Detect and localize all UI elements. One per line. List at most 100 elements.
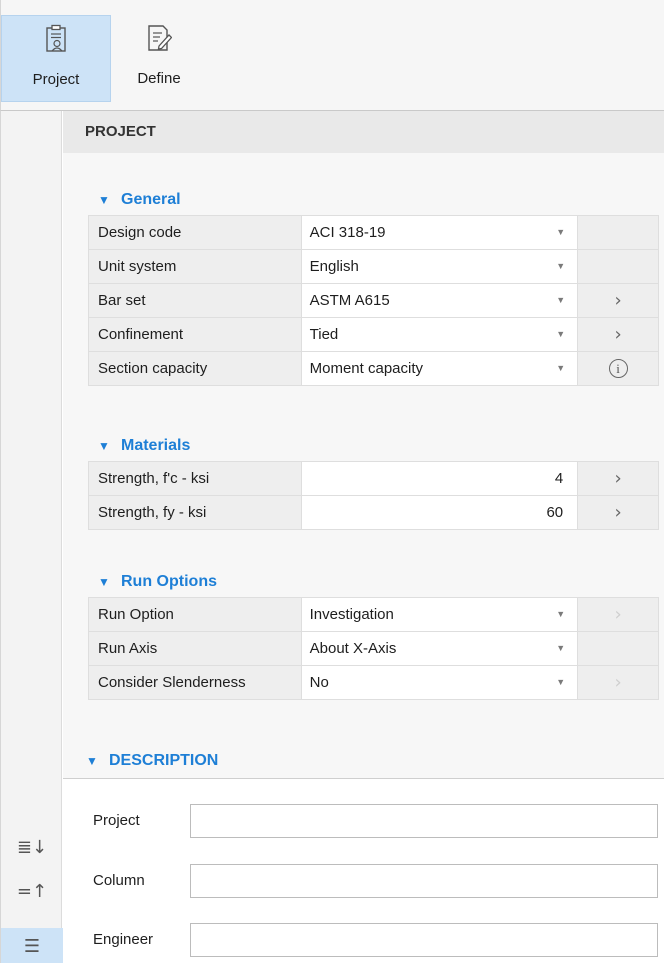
fy-strength-label: Strength, fy - ksi xyxy=(89,496,302,529)
section-capacity-label: Section capacity xyxy=(89,352,302,385)
confinement-value: Tied xyxy=(309,326,339,343)
project-ribbon-label: Project xyxy=(32,71,80,88)
fy-strength-row: Strength, fy - ksi 60 › xyxy=(89,496,659,530)
description-title: DESCRIPTION xyxy=(109,751,219,769)
property-panel: PROJECT ▼ General Design code ACI 318-19… xyxy=(63,111,664,963)
fc-strength-row: Strength, f'c - ksi 4 › xyxy=(89,462,659,496)
design-code-label: Design code xyxy=(89,216,302,249)
section-capacity-value: Moment capacity xyxy=(309,360,424,377)
bar-set-expand-button[interactable]: › xyxy=(578,284,659,317)
define-ribbon-label: Define xyxy=(137,70,181,87)
fc-strength-expand-button[interactable]: › xyxy=(578,462,659,495)
materials-group-toggle[interactable]: ▼ Materials xyxy=(97,433,190,459)
design-code-action xyxy=(578,216,659,249)
run-axis-value: About X-Axis xyxy=(309,640,397,657)
sort-descending-button[interactable]: ≣↓ xyxy=(1,829,63,865)
general-group-toggle[interactable]: ▼ General xyxy=(97,187,181,213)
general-group-title: General xyxy=(121,191,181,208)
chevron-down-icon: ▼ xyxy=(86,753,98,768)
run-option-row: Run Option Investigation ▼ › xyxy=(89,598,659,632)
slenderness-value: No xyxy=(309,674,329,691)
project-description-row: Project xyxy=(63,804,664,838)
column-name-input[interactable] xyxy=(190,864,658,898)
ribbon-toolbar: Project Define xyxy=(0,0,664,111)
define-ribbon-button[interactable]: Define xyxy=(117,15,201,102)
confinement-expand-button[interactable]: › xyxy=(578,318,659,351)
define-edit-icon xyxy=(148,25,172,51)
run-option-value: Investigation xyxy=(309,606,394,623)
chevron-down-icon: ▼ xyxy=(98,439,110,453)
column-description-row: Column xyxy=(63,864,664,898)
slenderness-dropdown[interactable]: No ▼ xyxy=(301,666,579,699)
run-option-expand-button[interactable]: › xyxy=(578,598,659,631)
engineer-description-row: Engineer xyxy=(63,923,664,957)
chevron-right-icon: › xyxy=(614,604,622,625)
section-capacity-dropdown[interactable]: Moment capacity ▼ xyxy=(301,352,579,385)
chevron-down-icon: ▼ xyxy=(98,193,110,207)
confinement-dropdown[interactable]: Tied ▼ xyxy=(301,318,579,351)
slenderness-row: Consider Slenderness No ▼ › xyxy=(89,666,659,700)
bar-set-row: Bar set ASTM A615 ▼ › xyxy=(89,284,659,318)
confinement-row: Confinement Tied ▼ › xyxy=(89,318,659,352)
list-view-icon: ☰ xyxy=(23,935,41,957)
unit-system-dropdown[interactable]: English ▼ xyxy=(301,250,579,283)
list-view-button[interactable]: ☰ xyxy=(1,928,63,963)
panel-title: PROJECT xyxy=(63,111,664,153)
run-axis-action xyxy=(578,632,659,665)
bar-set-value: ASTM A615 xyxy=(309,292,390,309)
section-capacity-info-button[interactable]: i xyxy=(578,352,659,385)
dropdown-arrow-icon: ▼ xyxy=(556,677,566,687)
slenderness-expand-button[interactable]: › xyxy=(578,666,659,699)
dropdown-arrow-icon: ▼ xyxy=(556,329,566,339)
unit-system-label: Unit system xyxy=(89,250,302,283)
dropdown-arrow-icon: ▼ xyxy=(556,261,566,271)
run-option-label: Run Option xyxy=(89,598,302,631)
project-name-input[interactable] xyxy=(190,804,658,838)
general-grid: Design code ACI 318-19 ▼ Unit system Engl… xyxy=(88,215,659,386)
fy-strength-expand-button[interactable]: › xyxy=(578,496,659,529)
materials-grid: Strength, f'c - ksi 4 › Strength, fy - k… xyxy=(88,461,659,530)
fc-strength-label: Strength, f'c - ksi xyxy=(89,462,302,495)
chevron-right-icon: › xyxy=(614,502,622,523)
chevron-down-icon: ▼ xyxy=(98,575,110,589)
unit-system-action xyxy=(578,250,659,283)
dropdown-arrow-icon: ▼ xyxy=(556,363,566,373)
dropdown-arrow-icon: ▼ xyxy=(556,295,566,305)
engineer-field-label: Engineer xyxy=(93,931,154,948)
run-options-group-toggle[interactable]: ▼ Run Options xyxy=(97,569,217,595)
project-clipboard-icon xyxy=(46,24,66,52)
run-options-group-title: Run Options xyxy=(121,573,217,590)
chevron-right-icon: › xyxy=(614,672,622,693)
dropdown-arrow-icon: ▼ xyxy=(556,609,566,619)
fc-strength-input[interactable]: 4 xyxy=(301,462,579,495)
run-axis-row: Run Axis About X-Axis ▼ xyxy=(89,632,659,666)
dropdown-arrow-icon: ▼ xyxy=(556,643,566,653)
run-axis-label: Run Axis xyxy=(89,632,302,665)
collapse-all-button[interactable]: =↑ xyxy=(1,873,63,909)
info-icon: i xyxy=(608,359,628,378)
collapse-all-icon: =↑ xyxy=(16,880,48,902)
description-area: Project Column Engineer xyxy=(63,779,664,963)
left-rail: ≣↓ =↑ ☰ xyxy=(0,111,63,963)
slenderness-label: Consider Slenderness xyxy=(89,666,302,699)
description-section-toggle[interactable]: ▼ DESCRIPTION xyxy=(63,743,664,779)
unit-system-row: Unit system English ▼ xyxy=(89,250,659,284)
engineer-name-input[interactable] xyxy=(190,923,658,957)
confinement-label: Confinement xyxy=(89,318,302,351)
materials-group-title: Materials xyxy=(121,437,191,454)
design-code-row: Design code ACI 318-19 ▼ xyxy=(89,216,659,250)
run-option-dropdown[interactable]: Investigation ▼ xyxy=(301,598,579,631)
project-ribbon-button[interactable]: Project xyxy=(1,15,111,102)
project-field-label: Project xyxy=(93,812,140,829)
dropdown-arrow-icon: ▼ xyxy=(556,227,566,237)
bar-set-label: Bar set xyxy=(89,284,302,317)
bar-set-dropdown[interactable]: ASTM A615 ▼ xyxy=(301,284,579,317)
run-options-grid: Run Option Investigation ▼ › Run Axis Abo… xyxy=(88,597,659,700)
design-code-dropdown[interactable]: ACI 318-19 ▼ xyxy=(301,216,579,249)
sort-descending-icon: ≣↓ xyxy=(16,836,48,858)
fy-strength-input[interactable]: 60 xyxy=(301,496,579,529)
chevron-right-icon: › xyxy=(614,324,622,345)
design-code-value: ACI 318-19 xyxy=(309,224,386,241)
run-axis-dropdown[interactable]: About X-Axis ▼ xyxy=(301,632,579,665)
chevron-right-icon: › xyxy=(614,290,622,311)
